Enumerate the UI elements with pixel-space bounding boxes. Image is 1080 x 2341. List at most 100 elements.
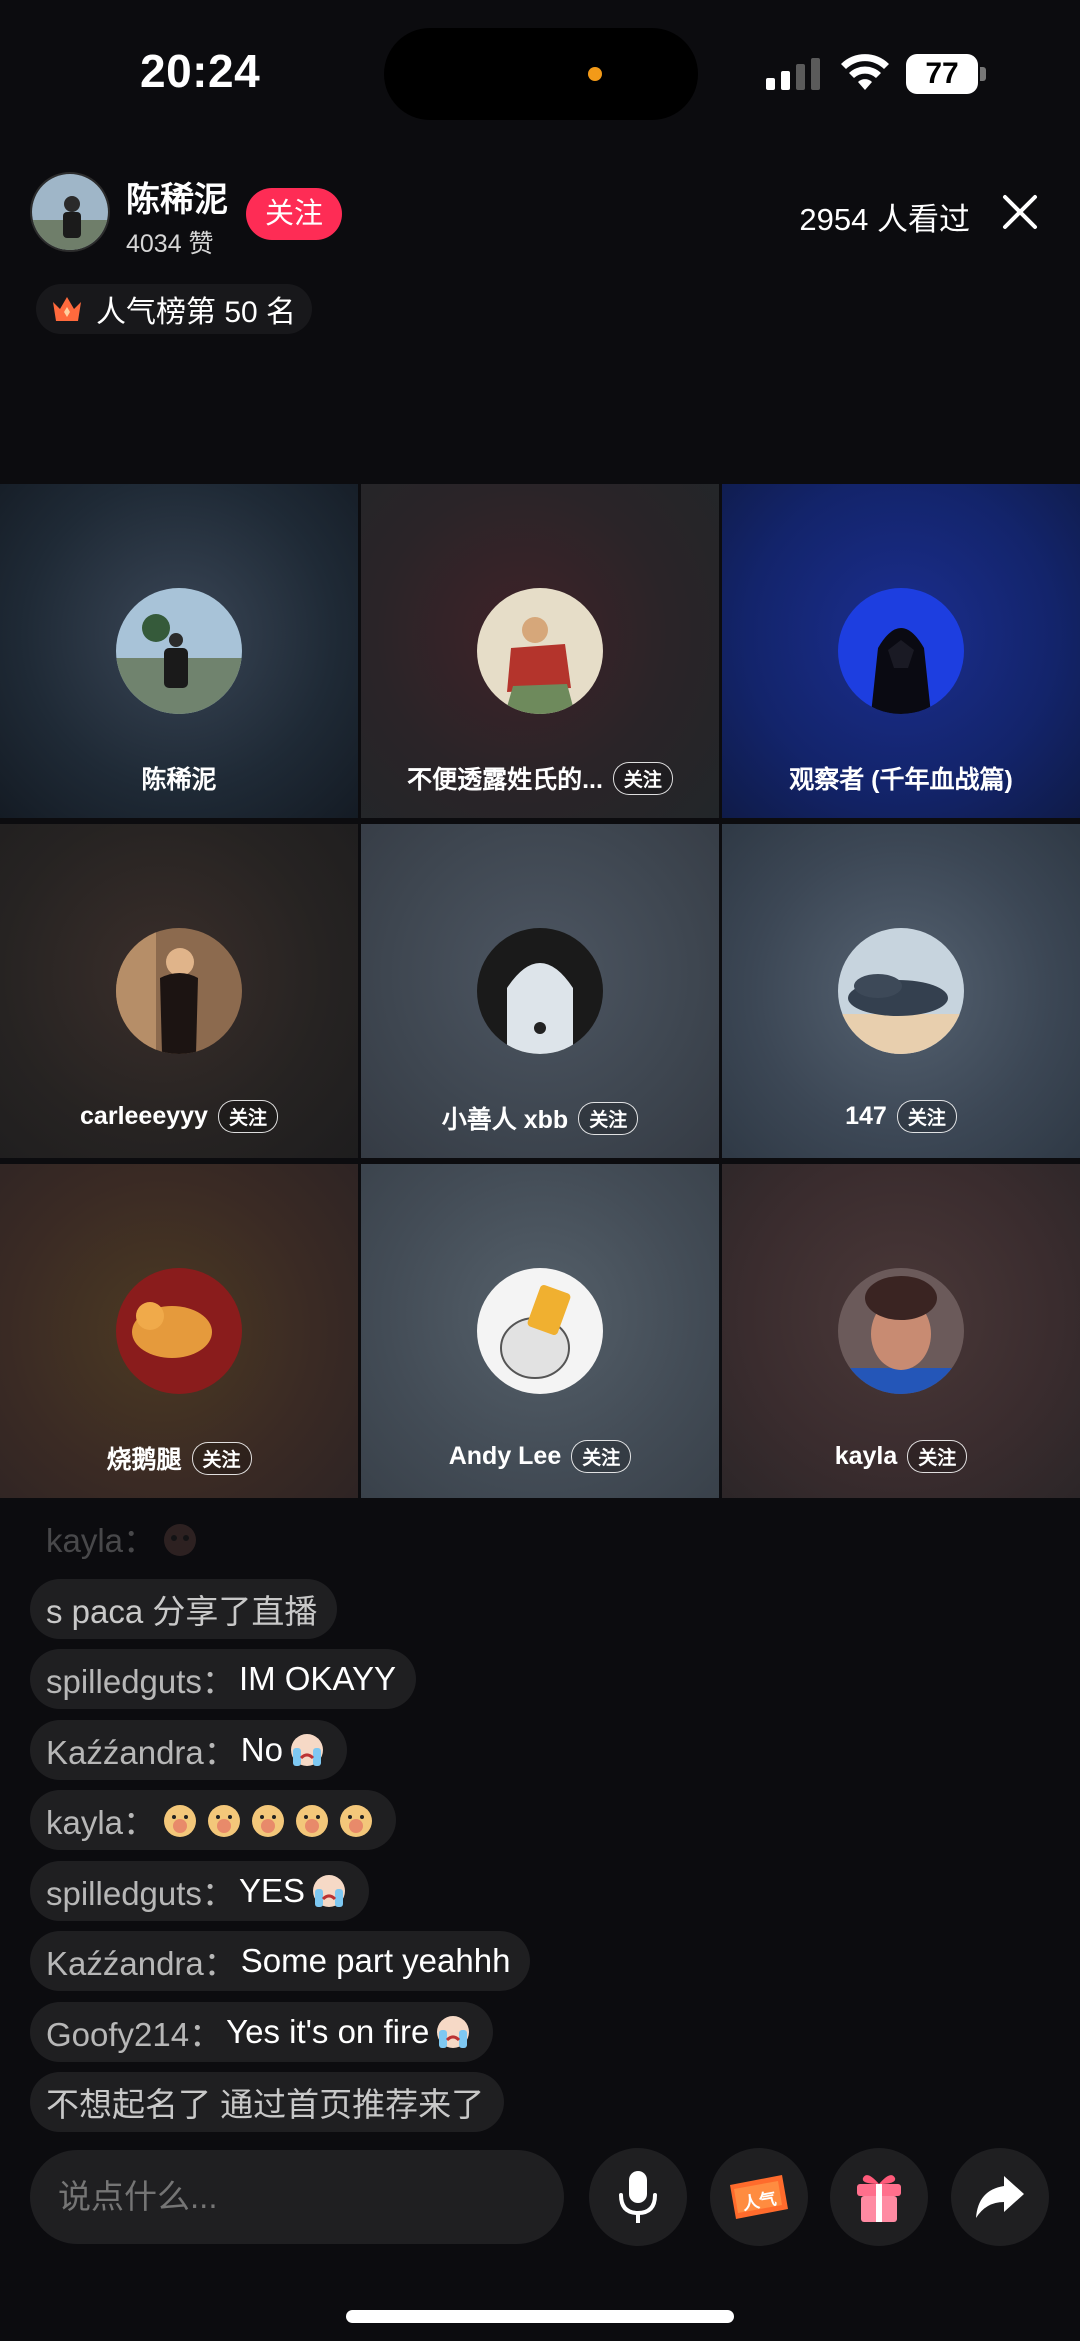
chat-system-text: s paca 分享了直播 [46, 1592, 318, 1630]
guest-avatar[interactable] [477, 928, 603, 1054]
chat-username[interactable]: kayla： [46, 1514, 156, 1562]
rank-text: 人气榜第 50 名 [96, 296, 297, 329]
close-icon[interactable] [1000, 192, 1040, 232]
guest-avatar[interactable] [116, 588, 242, 714]
guest-name: carleeeyyy [80, 1102, 208, 1130]
rank-badge[interactable]: 人气榜第 50 名 [36, 284, 313, 334]
chat-message: Kaźźandra： No [30, 1719, 730, 1780]
chat-username[interactable]: spilledguts： [46, 1655, 235, 1703]
chat-message: kayla： [30, 1508, 730, 1568]
guest-avatar[interactable] [838, 588, 964, 714]
guest-tile[interactable]: Andy Lee 关注 [361, 1164, 719, 1498]
emoji-icon [296, 1805, 329, 1837]
guest-follow-button[interactable]: 关注 [612, 761, 673, 795]
microphone-icon [619, 2171, 657, 2223]
guest-follow-button[interactable]: 关注 [896, 1100, 957, 1133]
crown-icon [53, 297, 81, 321]
guest-avatar[interactable] [477, 588, 603, 714]
guest-tile[interactable]: 147 关注 [722, 824, 1080, 1158]
camera-indicator-dot [588, 67, 602, 81]
guest-label: kayla 关注 [722, 1440, 1080, 1473]
popularity-button[interactable]: 人气 [710, 2148, 808, 2246]
chat-username[interactable]: Kaźźandra： [46, 1937, 237, 1985]
guest-tile[interactable]: 小善人 xbb 关注 [361, 824, 719, 1158]
emoji-icon [164, 1805, 197, 1837]
emoji-icon [340, 1805, 373, 1837]
guest-name: Andy Lee [448, 1442, 562, 1470]
chat-username[interactable]: Goofy214： [46, 2008, 222, 2056]
host-name[interactable]: 陈稀泥 [126, 172, 228, 221]
chat-username[interactable]: spilledguts： [46, 1867, 235, 1915]
chat-text: Some part yeahhh [240, 1942, 511, 1979]
chat-text: Yes it's on fire [226, 2012, 430, 2050]
guest-label: Andy Lee 关注 [361, 1440, 719, 1473]
guest-avatar[interactable] [838, 1268, 964, 1394]
comment-input[interactable] [30, 2150, 564, 2244]
guest-tile[interactable]: kayla 关注 [722, 1164, 1080, 1498]
emoji-icon [252, 1805, 285, 1837]
crying-emoji-icon [312, 1874, 345, 1907]
gift-button[interactable] [830, 2148, 928, 2246]
guest-tile[interactable]: carleeeyyy 关注 [0, 824, 358, 1158]
guest-follow-button[interactable]: 关注 [578, 1101, 639, 1135]
chat-message: kayla： [30, 1790, 730, 1850]
share-icon [976, 2176, 1024, 2218]
chat-message: s paca 分享了直播 [30, 1578, 730, 1639]
guest-tile[interactable]: 观察者 (千年血战篇) [722, 484, 1080, 818]
guest-follow-button[interactable]: 关注 [217, 1100, 278, 1133]
guest-name: kayla [834, 1442, 898, 1470]
guest-tile[interactable]: 烧鹅腿 关注 [0, 1164, 358, 1498]
home-indicator[interactable] [346, 2310, 734, 2323]
guest-label: 不便透露姓氏的... 关注 [361, 760, 719, 796]
chat-username[interactable]: kayla： [46, 1796, 156, 1844]
chat-list[interactable]: kayla： s paca 分享了直播 spilledguts： IM OKAYY… [30, 1508, 730, 2143]
guest-name: 147 [845, 1102, 887, 1130]
share-button[interactable] [951, 2148, 1049, 2246]
chat-message: 不想起名了 通过首页推荐来了 [30, 2072, 730, 2132]
chat-text: YES [238, 1871, 305, 1909]
crying-emoji-icon [290, 1733, 323, 1766]
guest-name: 小善人 xbb [441, 1106, 569, 1134]
follow-button[interactable]: 关注 [246, 188, 342, 240]
gift-icon [857, 2175, 901, 2222]
guest-avatar[interactable] [838, 928, 964, 1054]
viewer-count[interactable]: 2954 人看过 [799, 194, 970, 239]
host-avatar[interactable] [30, 172, 110, 252]
status-time: 20:24 [140, 45, 261, 97]
guest-label: carleeeyyy 关注 [0, 1100, 358, 1133]
chat-message: Kaźźandra： Some part yeahhh [30, 1931, 730, 1991]
chat-message: spilledguts： YES [30, 1860, 730, 1921]
guest-follow-button[interactable]: 关注 [191, 1441, 252, 1475]
guest-label: 烧鹅腿 关注 [0, 1440, 358, 1476]
emoji-icon [164, 1524, 197, 1556]
guest-name: 陈稀泥 [141, 766, 217, 794]
emoji-icon [208, 1805, 241, 1837]
microphone-button[interactable] [589, 2148, 687, 2246]
guest-avatar[interactable] [477, 1268, 603, 1394]
guest-avatar[interactable] [116, 1268, 242, 1394]
guest-name: 不便透露姓氏的... [407, 766, 603, 794]
chat-system-text: 不想起名了 通过首页推荐来了 [46, 2086, 485, 2123]
guest-avatar[interactable] [116, 928, 242, 1054]
guest-label: 陈稀泥 [0, 760, 358, 796]
battery-icon: 77 [906, 54, 986, 94]
guest-label: 观察者 (千年血战篇) [722, 760, 1080, 796]
guest-tile[interactable]: 不便透露姓氏的... 关注 [361, 484, 719, 818]
guest-name: 观察者 (千年血战篇) [789, 766, 1013, 794]
chat-message: Goofy214： Yes it's on fire [30, 2001, 730, 2062]
guest-follow-button[interactable]: 关注 [907, 1440, 968, 1473]
chat-text: IM OKAYY [238, 1660, 397, 1697]
chat-text: No [240, 1730, 283, 1768]
chat-username[interactable]: Kaźźandra： [46, 1726, 237, 1774]
guest-tile[interactable]: 陈稀泥 [0, 484, 358, 818]
guest-grid: 陈稀泥 不便透露姓氏的... 关注 观察者 (千年血战篇) carleeeyyy 关… [0, 484, 1080, 1498]
chat-message: spilledguts： IM OKAYY [30, 1649, 730, 1709]
wifi-icon [841, 54, 889, 90]
dynamic-island [384, 28, 698, 120]
guest-label: 小善人 xbb 关注 [361, 1100, 719, 1136]
host-likes: 4034 赞 [126, 230, 214, 258]
guest-label: 147 关注 [722, 1100, 1080, 1133]
crying-emoji-icon [437, 2015, 470, 2048]
guest-follow-button[interactable]: 关注 [571, 1440, 632, 1473]
signal-icon [766, 58, 820, 90]
